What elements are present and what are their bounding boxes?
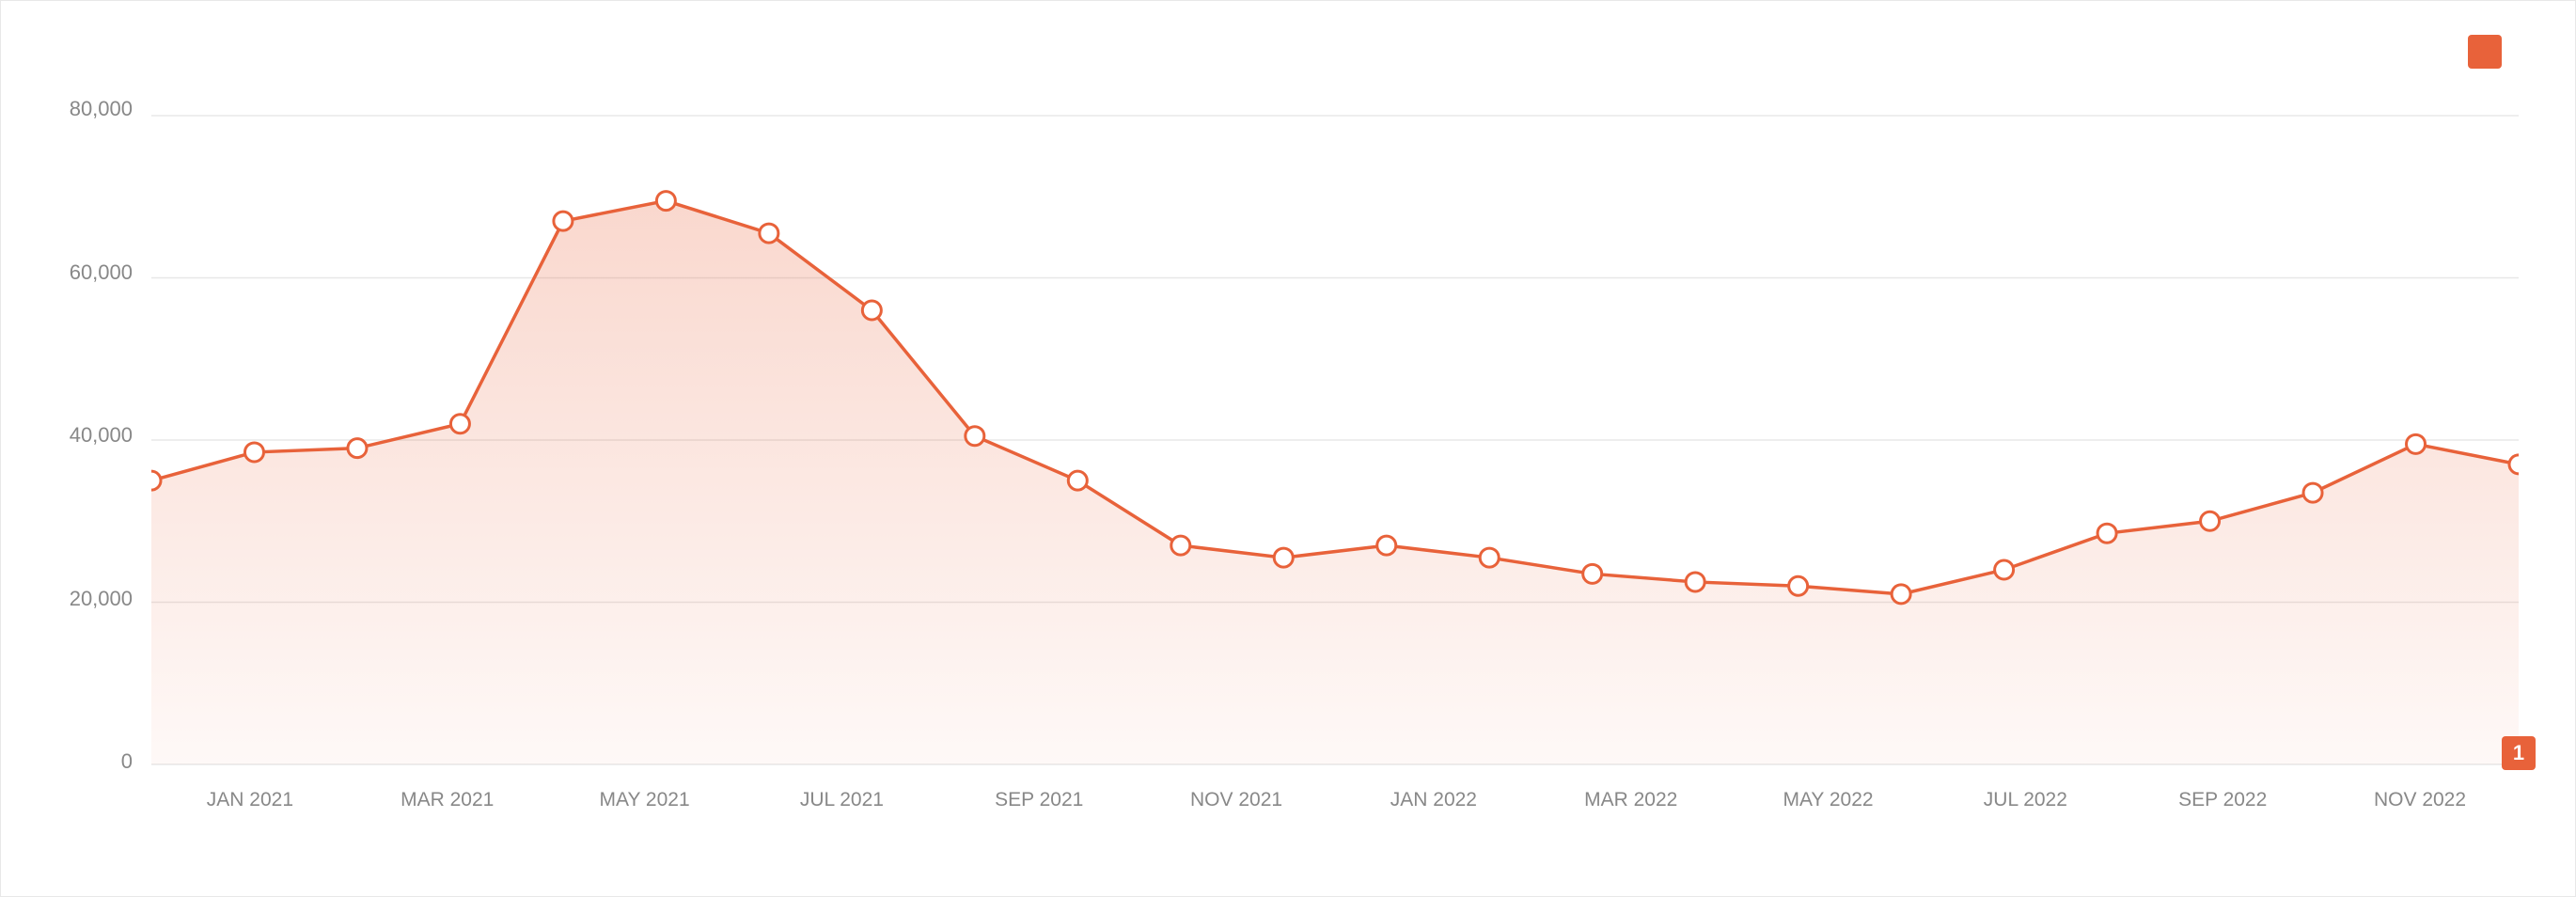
x-axis-label-container: MAR 2022 — [1532, 789, 1730, 811]
x-axis-label-container: JUL 2021 — [743, 789, 940, 811]
data-point — [450, 415, 469, 433]
data-point — [1377, 536, 1396, 555]
data-point — [760, 224, 778, 243]
x-axis-label-container: SEP 2022 — [2124, 789, 2321, 811]
page-container: 80,000 60,000 40,000 20,000 0 JAN 2021 MAR 20… — [0, 0, 2576, 897]
x-axis-label: NOV 2021 — [1190, 789, 1282, 810]
x-axis-label: MAR 2022 — [1584, 789, 1677, 810]
x-axis: JAN 2021 MAR 2021 MAY 2021 JUL 2021 SEP 2021… — [151, 774, 2519, 849]
y-axis-label: 40,000 — [70, 423, 133, 448]
data-point — [1686, 573, 1704, 591]
chart-area: 80,000 60,000 40,000 20,000 0 JAN 2021 MAR 20… — [57, 97, 2519, 849]
data-point — [1789, 576, 1808, 595]
x-axis-label-container: MAR 2021 — [349, 789, 546, 811]
x-axis-label: SEP 2021 — [995, 789, 1083, 810]
data-point — [348, 439, 367, 458]
data-point — [862, 301, 881, 320]
data-point — [2097, 524, 2116, 543]
data-point — [2303, 483, 2322, 502]
x-axis-label-container: MAY 2021 — [546, 789, 744, 811]
legend-color-box — [2468, 35, 2502, 69]
data-point — [2407, 434, 2426, 453]
x-axis-label-container: SEP 2021 — [940, 789, 1138, 811]
data-point — [1480, 548, 1499, 567]
x-axis-label-container: JUL 2022 — [1926, 789, 2124, 811]
data-point — [656, 192, 675, 211]
chart-area-fill — [151, 201, 2519, 764]
data-point — [1274, 548, 1293, 567]
x-axis-label-container: NOV 20221 — [2321, 789, 2519, 811]
data-point — [151, 471, 161, 490]
chart-inner — [151, 97, 2519, 774]
x-axis-label: SEP 2022 — [2178, 789, 2267, 810]
y-axis-label: 60,000 — [70, 260, 133, 285]
x-axis-label-container: JAN 2022 — [1335, 789, 1532, 811]
chart-legend — [2468, 35, 2519, 69]
y-axis-label: 0 — [121, 749, 133, 774]
x-axis-label: JAN 2022 — [1390, 789, 1477, 810]
data-point — [1583, 564, 1602, 583]
data-point — [966, 427, 984, 446]
x-axis-label-container: JAN 2021 — [151, 789, 349, 811]
y-axis: 80,000 60,000 40,000 20,000 0 — [57, 97, 151, 774]
x-axis-label: MAY 2021 — [600, 789, 690, 810]
y-axis-label: 80,000 — [70, 97, 133, 121]
data-point — [1068, 471, 1087, 490]
x-axis-label: MAR 2021 — [401, 789, 494, 810]
data-point — [2509, 455, 2519, 474]
data-point — [554, 212, 573, 230]
chart-svg — [151, 97, 2519, 774]
x-axis-label: JUL 2021 — [800, 789, 884, 810]
x-axis-label-container: NOV 2021 — [1138, 789, 1335, 811]
x-axis-label: NOV 2022 — [2374, 789, 2466, 810]
y-axis-label: 20,000 — [70, 587, 133, 611]
x-axis-label: JUL 2022 — [1984, 789, 2067, 810]
data-point — [1995, 560, 2014, 579]
data-point — [1171, 536, 1190, 555]
data-point — [1892, 585, 1910, 604]
x-axis-label-container: MAY 2022 — [1730, 789, 1927, 811]
page-badge: 1 — [2502, 736, 2536, 770]
x-axis-label: MAY 2022 — [1783, 789, 1873, 810]
data-point — [2201, 511, 2220, 530]
data-point — [244, 443, 263, 462]
x-axis-label: JAN 2021 — [207, 789, 293, 810]
chart-header — [1, 1, 2575, 69]
